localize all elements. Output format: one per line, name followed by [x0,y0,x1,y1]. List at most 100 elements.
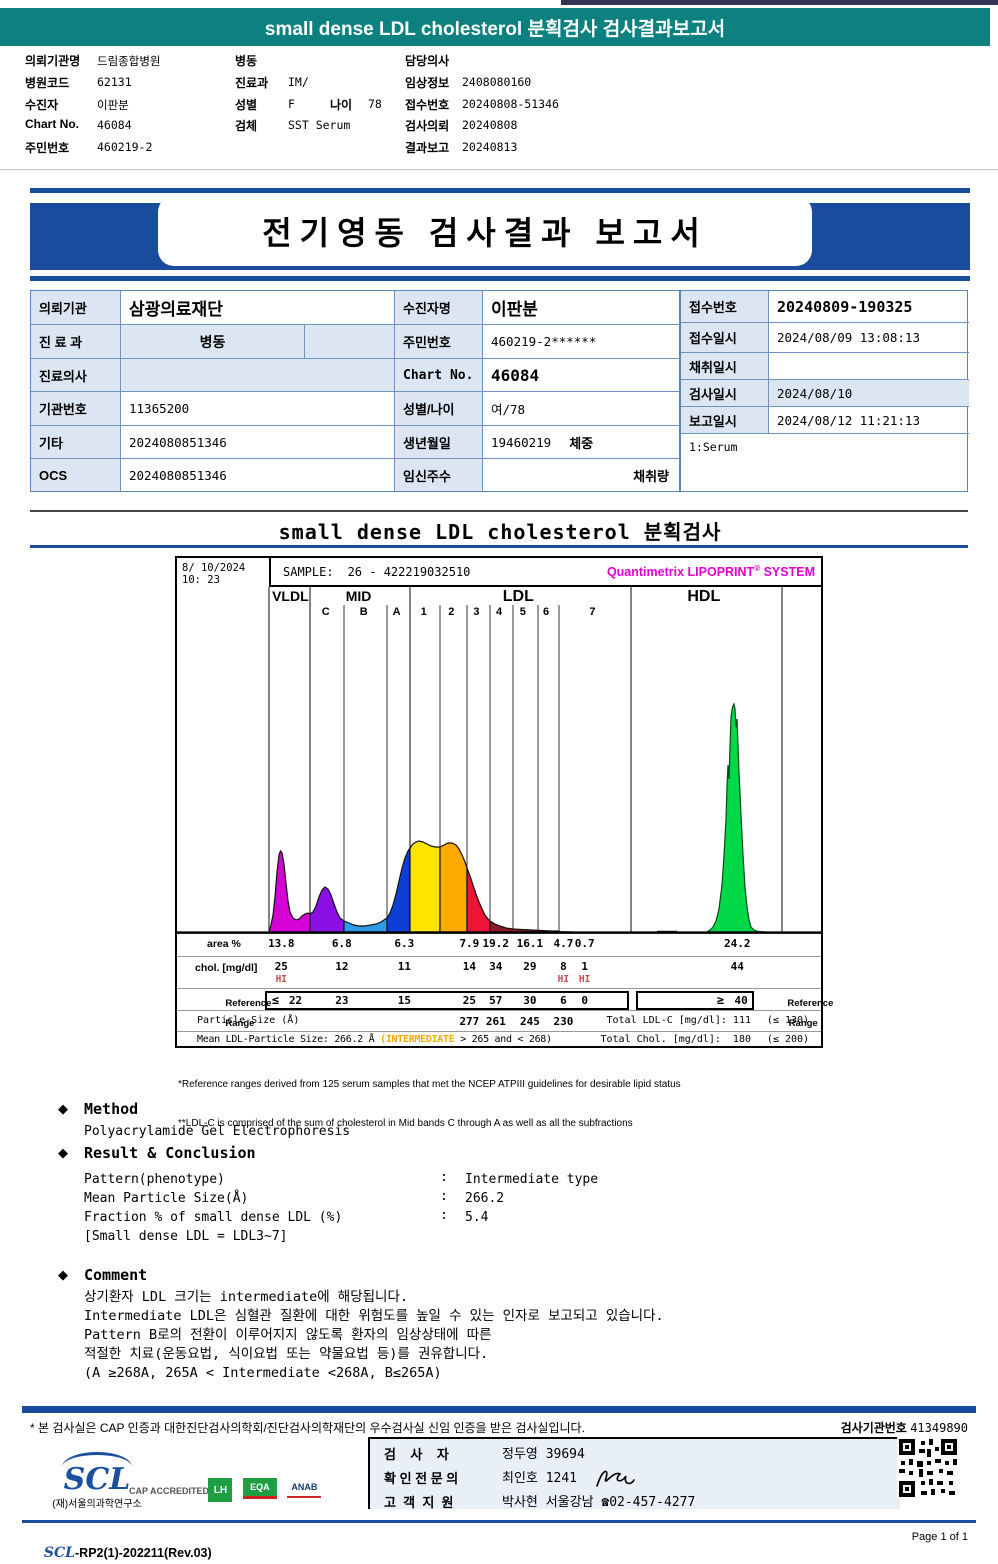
section-rule-top [30,510,968,512]
chart-time: 10: 23 [182,574,220,586]
sample-label: SAMPLE: [283,564,334,579]
chol-value: 8 [560,960,567,973]
accreditation-logos: CAP ACCREDITED LH EQA ANAB [129,1478,327,1504]
chart-stats: area % 13.8 6.8 6.3 7.9 19.2 16.1 4.7 0.… [177,933,833,1046]
info-label: Chart No. [395,359,483,392]
serum-note-cell: 1:Serum [681,434,969,493]
total-chol: Total Chol. [mg/dl]: 180 [600,1034,751,1045]
comment-line: (A ≥268A, 265A < Intermediate <268A, B≤2… [84,1365,442,1381]
info-label: 기관번호 [31,392,121,426]
page-indicator: Page 1 of 1 [911,1531,968,1543]
diamond-bullet-icon: ◆ [58,1101,68,1116]
header-divider [0,169,998,170]
area-value: 13.8 [268,937,295,950]
field-value: F [288,97,295,111]
section-title: small dense LDL cholesterol 분획검사 [278,520,722,544]
info-table-right: 접수번호 20240809-190325 접수일시 2024/08/09 13:… [680,290,969,493]
info-label: OCS [31,459,121,491]
report-title-bar: small dense LDL cholesterol 분획검사 검사결과보고서 [0,8,990,46]
le-icon: ≤ [271,993,280,1007]
top-edge-strip [561,0,998,5]
area-value: 4.7 [553,937,574,950]
staff-row: 검 사 자 정두영 39694 [384,1444,900,1466]
staff-label: 고 객 지 원 [384,1495,454,1510]
info-label: 임신주수 [395,459,483,491]
chart-footnotes: *Reference ranges derived from 125 serum… [178,1052,681,1156]
cap-logo: CAP ACCREDITED [129,1485,210,1496]
ref-value: 25 [462,994,476,1007]
chol-value: 1 [581,960,588,973]
info-value: 삼광의료재단 [121,291,395,325]
field-label: 병동 [235,54,258,68]
area-value: 19.2 [482,937,510,950]
footer-scl: SCL [43,1545,76,1561]
info-value: 이판분 [483,291,679,325]
comment-body: 상기환자 LDL 크기는 intermediate에 해당됩니다. Interm… [84,1288,664,1383]
info-value: 2024/08/12 11:21:13 [769,407,969,434]
result-colon: : [440,1189,448,1204]
brand-text: Quantimetrix LIPOPRINT [606,565,755,580]
area-value: 6.8 [331,937,352,950]
qr-code [897,1437,959,1499]
field-value: 드림종합병원 [97,54,161,68]
mean-value: 266.2 Å [334,1034,375,1045]
chart-datetime: 8/ 10/2024 10: 23 [182,562,245,586]
peak-ldl3 [466,867,491,933]
ref-value: 30 [523,994,537,1007]
area-value: 7.9 [459,937,480,950]
banner-title: 전기영동 검사결과 보고서 [262,215,708,251]
result-value: 5.4 [465,1210,489,1225]
report-title: small dense LDL cholesterol 분획검사 검사결과보고서 [264,18,726,40]
particle-value: 230 [553,1015,574,1028]
total-ldl-c-ref: (≤ 130) [766,1015,810,1026]
ge-icon: ≥ [716,993,725,1007]
comment-line: 상기환자 LDL 크기는 intermediate에 해당됩니다. [84,1289,409,1305]
particle-value: 245 [519,1015,540,1028]
info-value [121,359,395,392]
field-value: SST Serum [288,118,351,132]
org-number: 검사기관번호 41349890 [841,1419,968,1436]
field-label: 성별 [235,98,258,112]
staff-value: 최인호 1241 [502,1471,578,1486]
info-table-left: 의뢰기관 삼광의료재단 진 료 과 병동 진료의사 기관번호 11365200 … [30,290,680,492]
method-body: Polyacrylamide Gel Electrophoresis [84,1124,351,1139]
scl-logo: SCL (재)서울의과학연구소 [42,1452,152,1510]
info-label: 의뢰기관 [31,291,121,325]
hi-flag: HI [275,974,288,985]
field-label: 의뢰기관명 [25,54,81,68]
info-label: 기타 [31,426,121,459]
info-label: 생년월일 [395,426,483,459]
info-label: 검사일시 [681,380,769,407]
staff-value: 정두영 39694 [502,1447,585,1462]
chol-value: 11 [397,960,411,973]
particle-row: Particle-Size (Å) 277 261 245 230 Total … [177,1010,821,1032]
field-label: 담당의사 [405,54,450,68]
area-value: 6.3 [394,937,415,950]
kolas-logo: LH [208,1478,233,1502]
field-value: 78 [368,97,382,111]
band-gridlines [268,587,783,932]
chol-value: 29 [523,960,537,973]
result-note: [Small dense LDL = LDL3~7] [84,1229,288,1244]
peak-hdl [705,702,766,933]
field-label: 수진자 [25,98,59,112]
info-value: 20240809-190325 [769,291,969,323]
field-value: 이판분 [97,98,129,112]
staff-label: 검 사 자 [384,1447,449,1462]
total-chol-ref: (≤ 200) [766,1034,810,1045]
lipoprint-brand: Quantimetrix LIPOPRINT® SYSTEM [607,564,815,579]
chol-value: 14 [462,960,476,973]
comment-line: Pattern B로의 전환이 이루어지지 않도록 환자의 임상상태에 따른 [84,1327,492,1343]
field-label: 진료과 [235,76,269,90]
ward-subcell: 병동 [121,325,305,358]
result-label: Mean Particle Size(Å) [84,1191,249,1206]
info-value: 2024080851346 [121,459,395,491]
field-value: 62131 [97,75,132,89]
field-value: 46084 [97,118,132,132]
hi-flag: HI [557,974,570,985]
result-label: Pattern(phenotype) [84,1172,225,1187]
field-value: 20240808 [462,118,518,132]
info-label: 보고일시 [681,407,769,434]
field-label: 검사의뢰 [405,119,450,133]
brand-text-2: SYSTEM [763,565,815,580]
